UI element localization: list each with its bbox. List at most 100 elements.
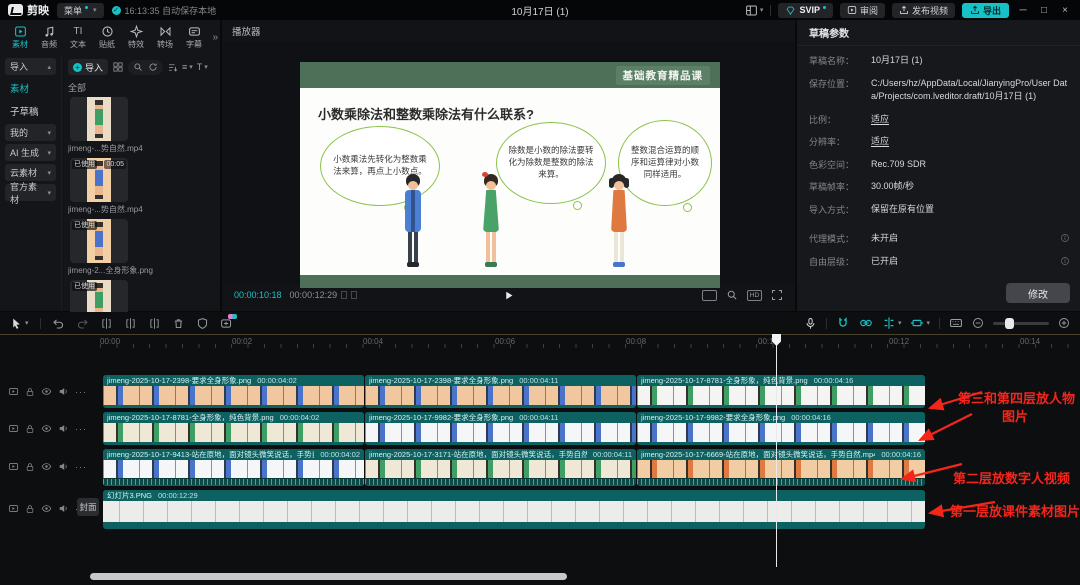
info-icon[interactable] [1060, 256, 1070, 266]
more-icon[interactable]: ··· [75, 462, 87, 472]
redo-icon[interactable] [76, 317, 89, 330]
hd-preview-icon[interactable]: HD [747, 290, 762, 301]
timeline-zoom-out-icon[interactable] [972, 317, 984, 329]
timeline-clip[interactable]: jimeng-2025-10-17-9982-要求全身形象.png00:00:0… [637, 412, 925, 445]
timeline-clip[interactable]: jimeng-2025-10-17-9982-要求全身形象.png00:00:0… [365, 412, 636, 445]
param-value-link[interactable]: 适应 [871, 113, 889, 127]
tab-effects[interactable]: 特效 [122, 25, 150, 50]
split-right-icon[interactable] [148, 317, 161, 330]
publish-button[interactable]: 发布视频 [892, 3, 955, 18]
select-tool-icon[interactable]: ▾ [10, 317, 29, 330]
player-stage[interactable]: 基础教育精品课 小数乘除法和整数乘除法有什么联系? 小数乘法先转化为整数乘法来算… [222, 42, 795, 284]
lock-icon[interactable] [25, 424, 35, 434]
tab-audio[interactable]: 音频 [35, 25, 63, 50]
timeline-clip[interactable]: jimeng-2025-10-17-6669-站在原地，面对镜头微笑说话，手势自… [637, 449, 925, 486]
type-filter-dropdown[interactable]: T▾ [197, 62, 208, 72]
mute-icon[interactable] [58, 461, 69, 472]
minimize-button[interactable]: ─ [1016, 5, 1030, 16]
mask-icon[interactable] [196, 317, 209, 330]
adapt-view-icon[interactable]: ▾ [910, 316, 930, 330]
mute-icon[interactable] [58, 423, 69, 434]
timeline-clip[interactable]: 幻灯片3.PNG00:00:12:29 [103, 490, 925, 529]
lock-icon[interactable] [25, 387, 35, 397]
track-type-icon[interactable] [8, 386, 19, 397]
split-icon[interactable] [100, 317, 113, 330]
tab-caption[interactable]: 字幕 [180, 25, 208, 50]
link-tracks-icon[interactable] [859, 316, 873, 330]
fullscreen-icon[interactable] [771, 289, 783, 301]
track-type-icon[interactable] [8, 423, 19, 434]
sort-icon[interactable] [167, 62, 178, 73]
timeline-clip[interactable]: jimeng-2025-10-17-9413-站在原地，面对镜头微笑说话，手势自… [103, 449, 364, 486]
more-tabs-chevron[interactable]: » [212, 32, 218, 43]
sidebar-group-ai[interactable]: AI 生成▾ [5, 144, 56, 161]
shortcut-keyboard-icon[interactable] [949, 316, 963, 330]
search-box[interactable] [128, 60, 163, 75]
eye-icon[interactable] [41, 503, 52, 514]
play-button[interactable] [503, 290, 514, 301]
all-filter-label[interactable]: 全部 [68, 81, 216, 94]
playhead[interactable] [776, 334, 777, 567]
timeline-clip[interactable]: jimeng-2025-10-17-8781-全身形象，纯色背景.png00:0… [637, 375, 925, 408]
record-mic-icon[interactable] [804, 317, 817, 330]
svip-button[interactable]: SVIP [778, 3, 833, 18]
snap-magnet-icon[interactable] [836, 316, 850, 330]
import-media-button[interactable]: +导入 [68, 59, 108, 75]
filter-dropdown[interactable]: ≡▾ [182, 62, 193, 72]
delete-icon[interactable] [172, 317, 185, 330]
timeline-ruler[interactable]: 00:00 00:02 00:04 00:06 00:08 00:10 00:1… [0, 334, 1080, 350]
track-type-icon[interactable] [8, 461, 19, 472]
layout-switch-icon[interactable]: ▾ [745, 4, 764, 17]
lock-icon[interactable] [25, 504, 35, 514]
track-type-icon[interactable] [8, 503, 19, 514]
media-item[interactable]: 已使用 00:05 jimeng-...势自然.mp4 [68, 158, 213, 215]
lock-icon[interactable] [25, 462, 35, 472]
maximize-button[interactable]: □ [1037, 5, 1051, 16]
cover-button[interactable]: 封面 [77, 498, 99, 516]
app-logo[interactable]: 剪映 [8, 2, 49, 18]
search-icon[interactable] [133, 62, 143, 72]
split-left-icon[interactable] [124, 317, 137, 330]
timeline-clip[interactable]: jimeng-2025-10-17-2398-要求全身形象.png00:00:0… [365, 375, 636, 408]
eye-icon[interactable] [41, 423, 52, 434]
more-icon[interactable]: ··· [75, 424, 87, 434]
sidebar-item-material[interactable]: 素材 [5, 78, 56, 98]
tab-material[interactable]: 素材 [6, 25, 34, 50]
import-section-header[interactable]: 导入▴ [5, 58, 56, 75]
timeline-clip[interactable]: jimeng-2025-10-17-8781-全身形象，纯色背景.png00:0… [103, 412, 364, 445]
sidebar-item-subdraft[interactable]: 子草稿 [5, 101, 56, 121]
media-item[interactable]: jimeng-...势自然.mp4 [68, 97, 213, 154]
menu-button[interactable]: 菜单 ▾ [57, 3, 104, 18]
undo-icon[interactable] [52, 317, 65, 330]
param-value-link[interactable]: 适应 [871, 135, 889, 149]
quality-icon[interactable] [702, 290, 717, 301]
horizontal-scrollbar[interactable] [90, 573, 567, 580]
frame-step-icon[interactable] [351, 291, 357, 299]
timeline-zoom-in-icon[interactable] [1058, 317, 1070, 329]
smart-edit-icon[interactable] [220, 317, 233, 330]
modify-button[interactable]: 修改 [1006, 283, 1070, 303]
tab-transition[interactable]: 转场 [151, 25, 179, 50]
info-icon[interactable] [1060, 233, 1070, 243]
grid-view-icon[interactable] [112, 61, 124, 73]
preview-axis-icon[interactable]: ▾ [882, 316, 902, 330]
frame-step-icon[interactable] [341, 291, 347, 299]
tab-sticker[interactable]: 贴纸 [93, 25, 121, 50]
sidebar-group-cloud[interactable]: 云素材▾ [5, 164, 56, 181]
eye-icon[interactable] [41, 386, 52, 397]
timeline-zoom-slider[interactable] [993, 322, 1049, 325]
export-button[interactable]: 导出 [962, 3, 1009, 18]
zoom-slider-handle[interactable] [1005, 318, 1014, 329]
tab-text[interactable]: TI文本 [64, 25, 92, 50]
preview-magnifier-icon[interactable] [726, 289, 738, 301]
refresh-icon[interactable] [148, 62, 158, 72]
mute-icon[interactable] [58, 503, 69, 514]
review-button[interactable]: 审阅 [840, 3, 885, 18]
eye-icon[interactable] [41, 461, 52, 472]
close-button[interactable]: × [1058, 5, 1072, 16]
timeline-clip[interactable]: jimeng-2025-10-17-3171-站在原地，面对镜头微笑说话，手势自… [365, 449, 636, 486]
media-item[interactable]: 已使用 jimeng-2...全身形象.png [68, 219, 213, 276]
mute-icon[interactable] [58, 386, 69, 397]
sidebar-group-official[interactable]: 官方素材▾ [5, 184, 56, 201]
more-icon[interactable]: ··· [75, 387, 87, 397]
